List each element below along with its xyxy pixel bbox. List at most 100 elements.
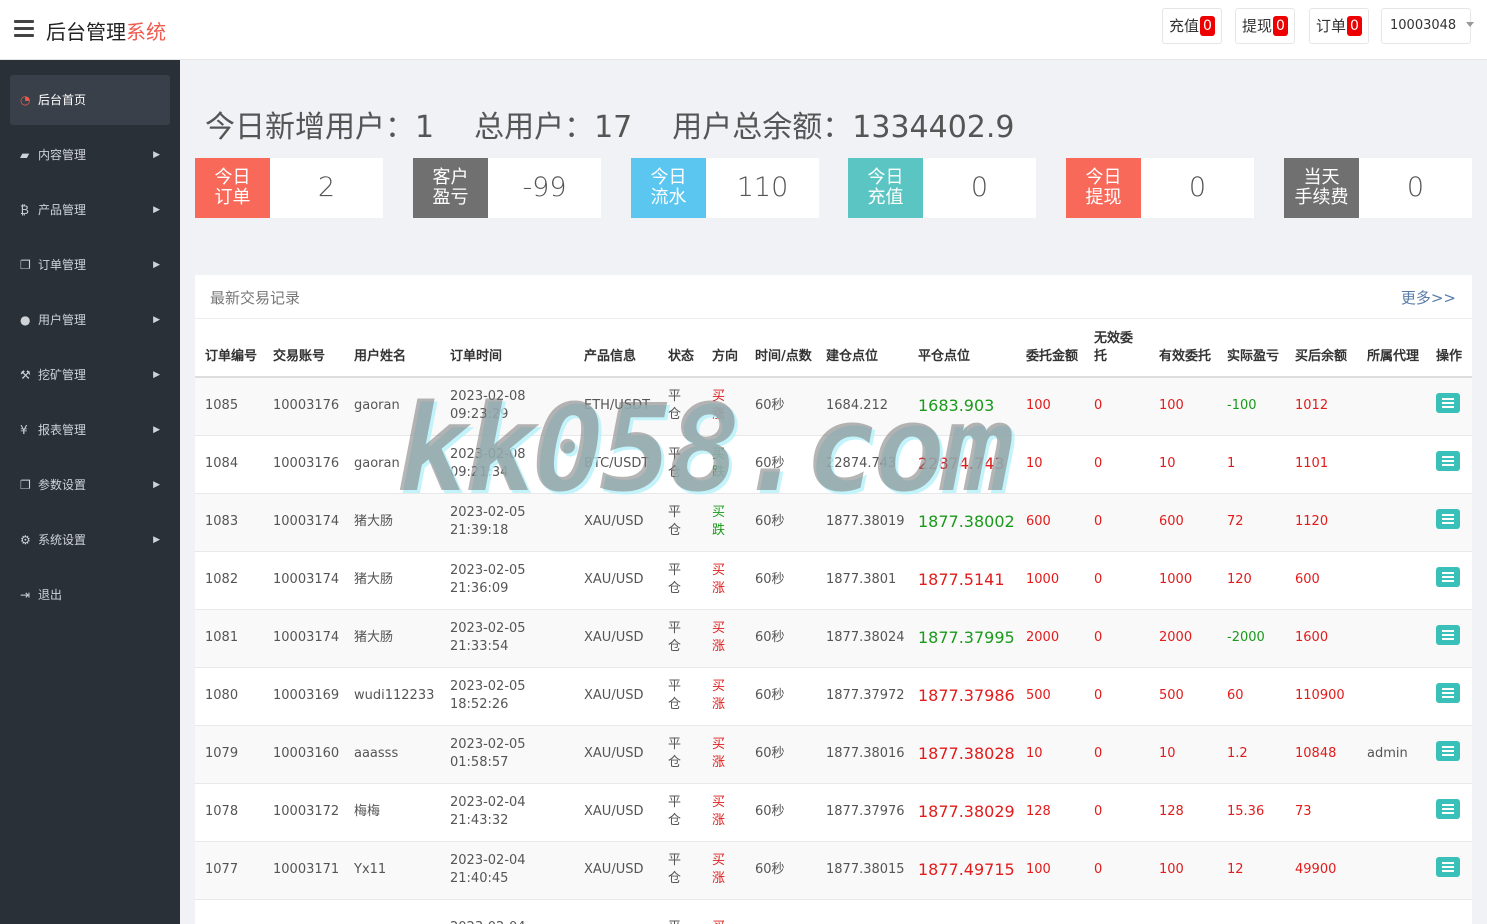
menu-toggle-icon[interactable] bbox=[14, 20, 34, 38]
cell-text: 1000 bbox=[1026, 572, 1060, 587]
sidebar-item-2[interactable]: ₿ 产品管理 ▶ bbox=[10, 185, 170, 235]
sidebar-item-5[interactable]: ⚒ 挖矿管理 ▶ bbox=[10, 350, 170, 400]
cell-text: 22874.743 bbox=[918, 454, 1005, 473]
order-date: 2023-02-04 bbox=[450, 795, 526, 810]
table-row: 1079 10003160 aaasss 2023-02-05 01:58:57 XAU/… bbox=[195, 725, 1472, 784]
table-cell: 2000 bbox=[1149, 609, 1217, 668]
column-header: 订单时间 bbox=[440, 319, 574, 378]
orders-button[interactable]: 订单 0 bbox=[1309, 8, 1369, 44]
account-dropdown[interactable]: 10003048 bbox=[1381, 8, 1475, 44]
view-detail-icon[interactable] bbox=[1436, 451, 1460, 471]
cell-text: 10848 bbox=[1295, 746, 1337, 761]
cell-text: ETH/USDT bbox=[584, 398, 651, 414]
table-cell: 1877.38015 bbox=[816, 841, 908, 900]
view-detail-icon[interactable] bbox=[1436, 799, 1460, 819]
table-cell: 10 bbox=[1016, 725, 1084, 784]
cell-text: 60秒 bbox=[755, 456, 785, 471]
table-cell bbox=[1357, 377, 1426, 436]
sidebar-item-6[interactable]: ¥ 报表管理 ▶ bbox=[10, 405, 170, 455]
cell-text: 1684.212 bbox=[826, 398, 889, 414]
withdraw-button[interactable]: 提现 0 bbox=[1235, 8, 1295, 44]
cell-text: 128 bbox=[1026, 804, 1051, 819]
cell-text: 1877.38002 bbox=[918, 512, 1015, 531]
sidebar-item-8[interactable]: ⚙ 系统设置 ▶ bbox=[10, 515, 170, 565]
view-detail-icon[interactable] bbox=[1436, 683, 1460, 703]
orders-label: 订单 bbox=[1316, 17, 1347, 35]
table-cell bbox=[1357, 783, 1426, 842]
table-cell: 10003174 bbox=[263, 609, 344, 668]
table-cell: 1684.212 bbox=[816, 377, 908, 436]
cell-text: 1877.38019 bbox=[826, 514, 905, 529]
view-detail-icon[interactable] bbox=[1436, 741, 1460, 761]
stat-card-value: 0 bbox=[1188, 172, 1207, 203]
table-cell: 1877.38002 bbox=[908, 493, 1016, 552]
stat-card-label: 今日 流水 bbox=[631, 158, 706, 218]
view-detail-icon[interactable] bbox=[1436, 509, 1460, 529]
cell-text: 1.2 bbox=[1227, 746, 1248, 761]
table-cell bbox=[1357, 609, 1426, 668]
table-cell bbox=[816, 899, 908, 924]
table-row: 1080 10003169 wudi112233 2023-02-05 18:52:26… bbox=[195, 667, 1472, 726]
cell-text: 1877.38015 bbox=[826, 862, 905, 877]
sidebar-item-label: 系统设置 bbox=[38, 533, 87, 547]
table-row: 1085 10003176 gaoran 2023-02-08 09:23:29 ETH/… bbox=[195, 377, 1472, 436]
sidebar-item-4[interactable]: ● 用户管理 ▶ bbox=[10, 295, 170, 345]
table-cell: 1683.903 bbox=[908, 377, 1016, 436]
cell-text: 1084 bbox=[205, 456, 239, 471]
cogs-icon: ⚙ bbox=[20, 533, 31, 547]
view-detail-icon[interactable] bbox=[1436, 625, 1460, 645]
sidebar: ◔ 后台首页 ▰ 内容管理 ▶ ₿ 产品管理 ▶ ❐ 订单管理 ▶ ● 用户管理 ▶ ⚒ 挖矿管理 ▶ ¥ 报表管理… bbox=[0, 60, 180, 924]
cell-text: 600 bbox=[1295, 572, 1320, 587]
table-cell: 1877.37972 bbox=[816, 667, 908, 726]
action-cell bbox=[1426, 725, 1472, 784]
table-row: 1077 10003171 Yx11 2023-02-04 21:40:45 XAU/US… bbox=[195, 841, 1472, 900]
more-link[interactable]: 更多>> bbox=[1401, 287, 1456, 308]
table-cell: 22874.743 bbox=[816, 435, 908, 494]
table-cell: 128 bbox=[1016, 783, 1084, 842]
stat-card-value: 0 bbox=[970, 172, 989, 203]
sidebar-item-7[interactable]: ❐ 参数设置 ▶ bbox=[10, 460, 170, 510]
table-header-row: 订单编号 交易账号 用户姓名 订单时间 产品信息 状态 方向 时间/点数 建仓点位 平仓点位 委托金… bbox=[195, 319, 1472, 378]
table-cell: 1877.38019 bbox=[816, 493, 908, 552]
column-header: 操作 bbox=[1426, 319, 1472, 378]
table-cell: 22874.743 bbox=[908, 435, 1016, 494]
cell-text: 0 bbox=[1094, 862, 1103, 877]
cell-text: 128 bbox=[1159, 804, 1184, 819]
top-bar: 后台管理系统 充值 0 提现 0 订单 0 10003048 bbox=[0, 0, 1487, 60]
cell-text: 1000 bbox=[1159, 572, 1193, 587]
cell-text: 10003171 bbox=[273, 862, 340, 877]
view-detail-icon[interactable] bbox=[1436, 857, 1460, 877]
cell-text: 1877.37995 bbox=[918, 628, 1015, 647]
total-users-stat: 总用户：17 bbox=[474, 110, 633, 145]
table-cell: 10003169 bbox=[263, 667, 344, 726]
user-icon: ● bbox=[20, 313, 31, 327]
stat-card-value: -99 bbox=[522, 172, 567, 203]
cell-text: XAU/USD bbox=[584, 514, 644, 529]
table-cell: XAU/USD bbox=[574, 841, 658, 900]
chevron-right-icon: ▶ bbox=[153, 425, 160, 435]
sidebar-item-9[interactable]: ⇥ 退出 bbox=[10, 570, 170, 620]
table-cell: XAU/USD bbox=[574, 783, 658, 842]
recharge-button[interactable]: 充值 0 bbox=[1162, 8, 1222, 44]
cell-text: 0 bbox=[1094, 804, 1103, 819]
table-cell: 1120 bbox=[1285, 493, 1357, 552]
sidebar-item-3[interactable]: ❐ 订单管理 ▶ bbox=[10, 240, 170, 290]
table-cell: 梅梅 bbox=[344, 783, 440, 842]
cell-text: 猪大肠 bbox=[354, 514, 394, 529]
table-cell: admin bbox=[1357, 725, 1426, 784]
view-detail-icon[interactable] bbox=[1436, 393, 1460, 414]
stat-card: 客户 盈亏 -99 bbox=[413, 158, 601, 218]
action-cell bbox=[1426, 899, 1472, 924]
cell-text: 22874.743 bbox=[826, 456, 897, 471]
sidebar-item-0[interactable]: ◔ 后台首页 bbox=[10, 75, 170, 125]
stat-card-value: 0 bbox=[1406, 172, 1425, 203]
table-cell: 0 bbox=[1084, 551, 1149, 610]
cell-text: 梅梅 bbox=[354, 804, 381, 819]
cell-text: 10003174 bbox=[273, 514, 340, 529]
order-date: 2023-02-08 bbox=[450, 447, 526, 462]
table-cell: 10 bbox=[1016, 435, 1084, 494]
view-detail-icon[interactable] bbox=[1436, 567, 1460, 587]
status-cell: 平 仓 bbox=[658, 667, 702, 726]
sidebar-item-1[interactable]: ▰ 内容管理 ▶ bbox=[10, 130, 170, 180]
table-cell: 1085 bbox=[195, 377, 263, 436]
